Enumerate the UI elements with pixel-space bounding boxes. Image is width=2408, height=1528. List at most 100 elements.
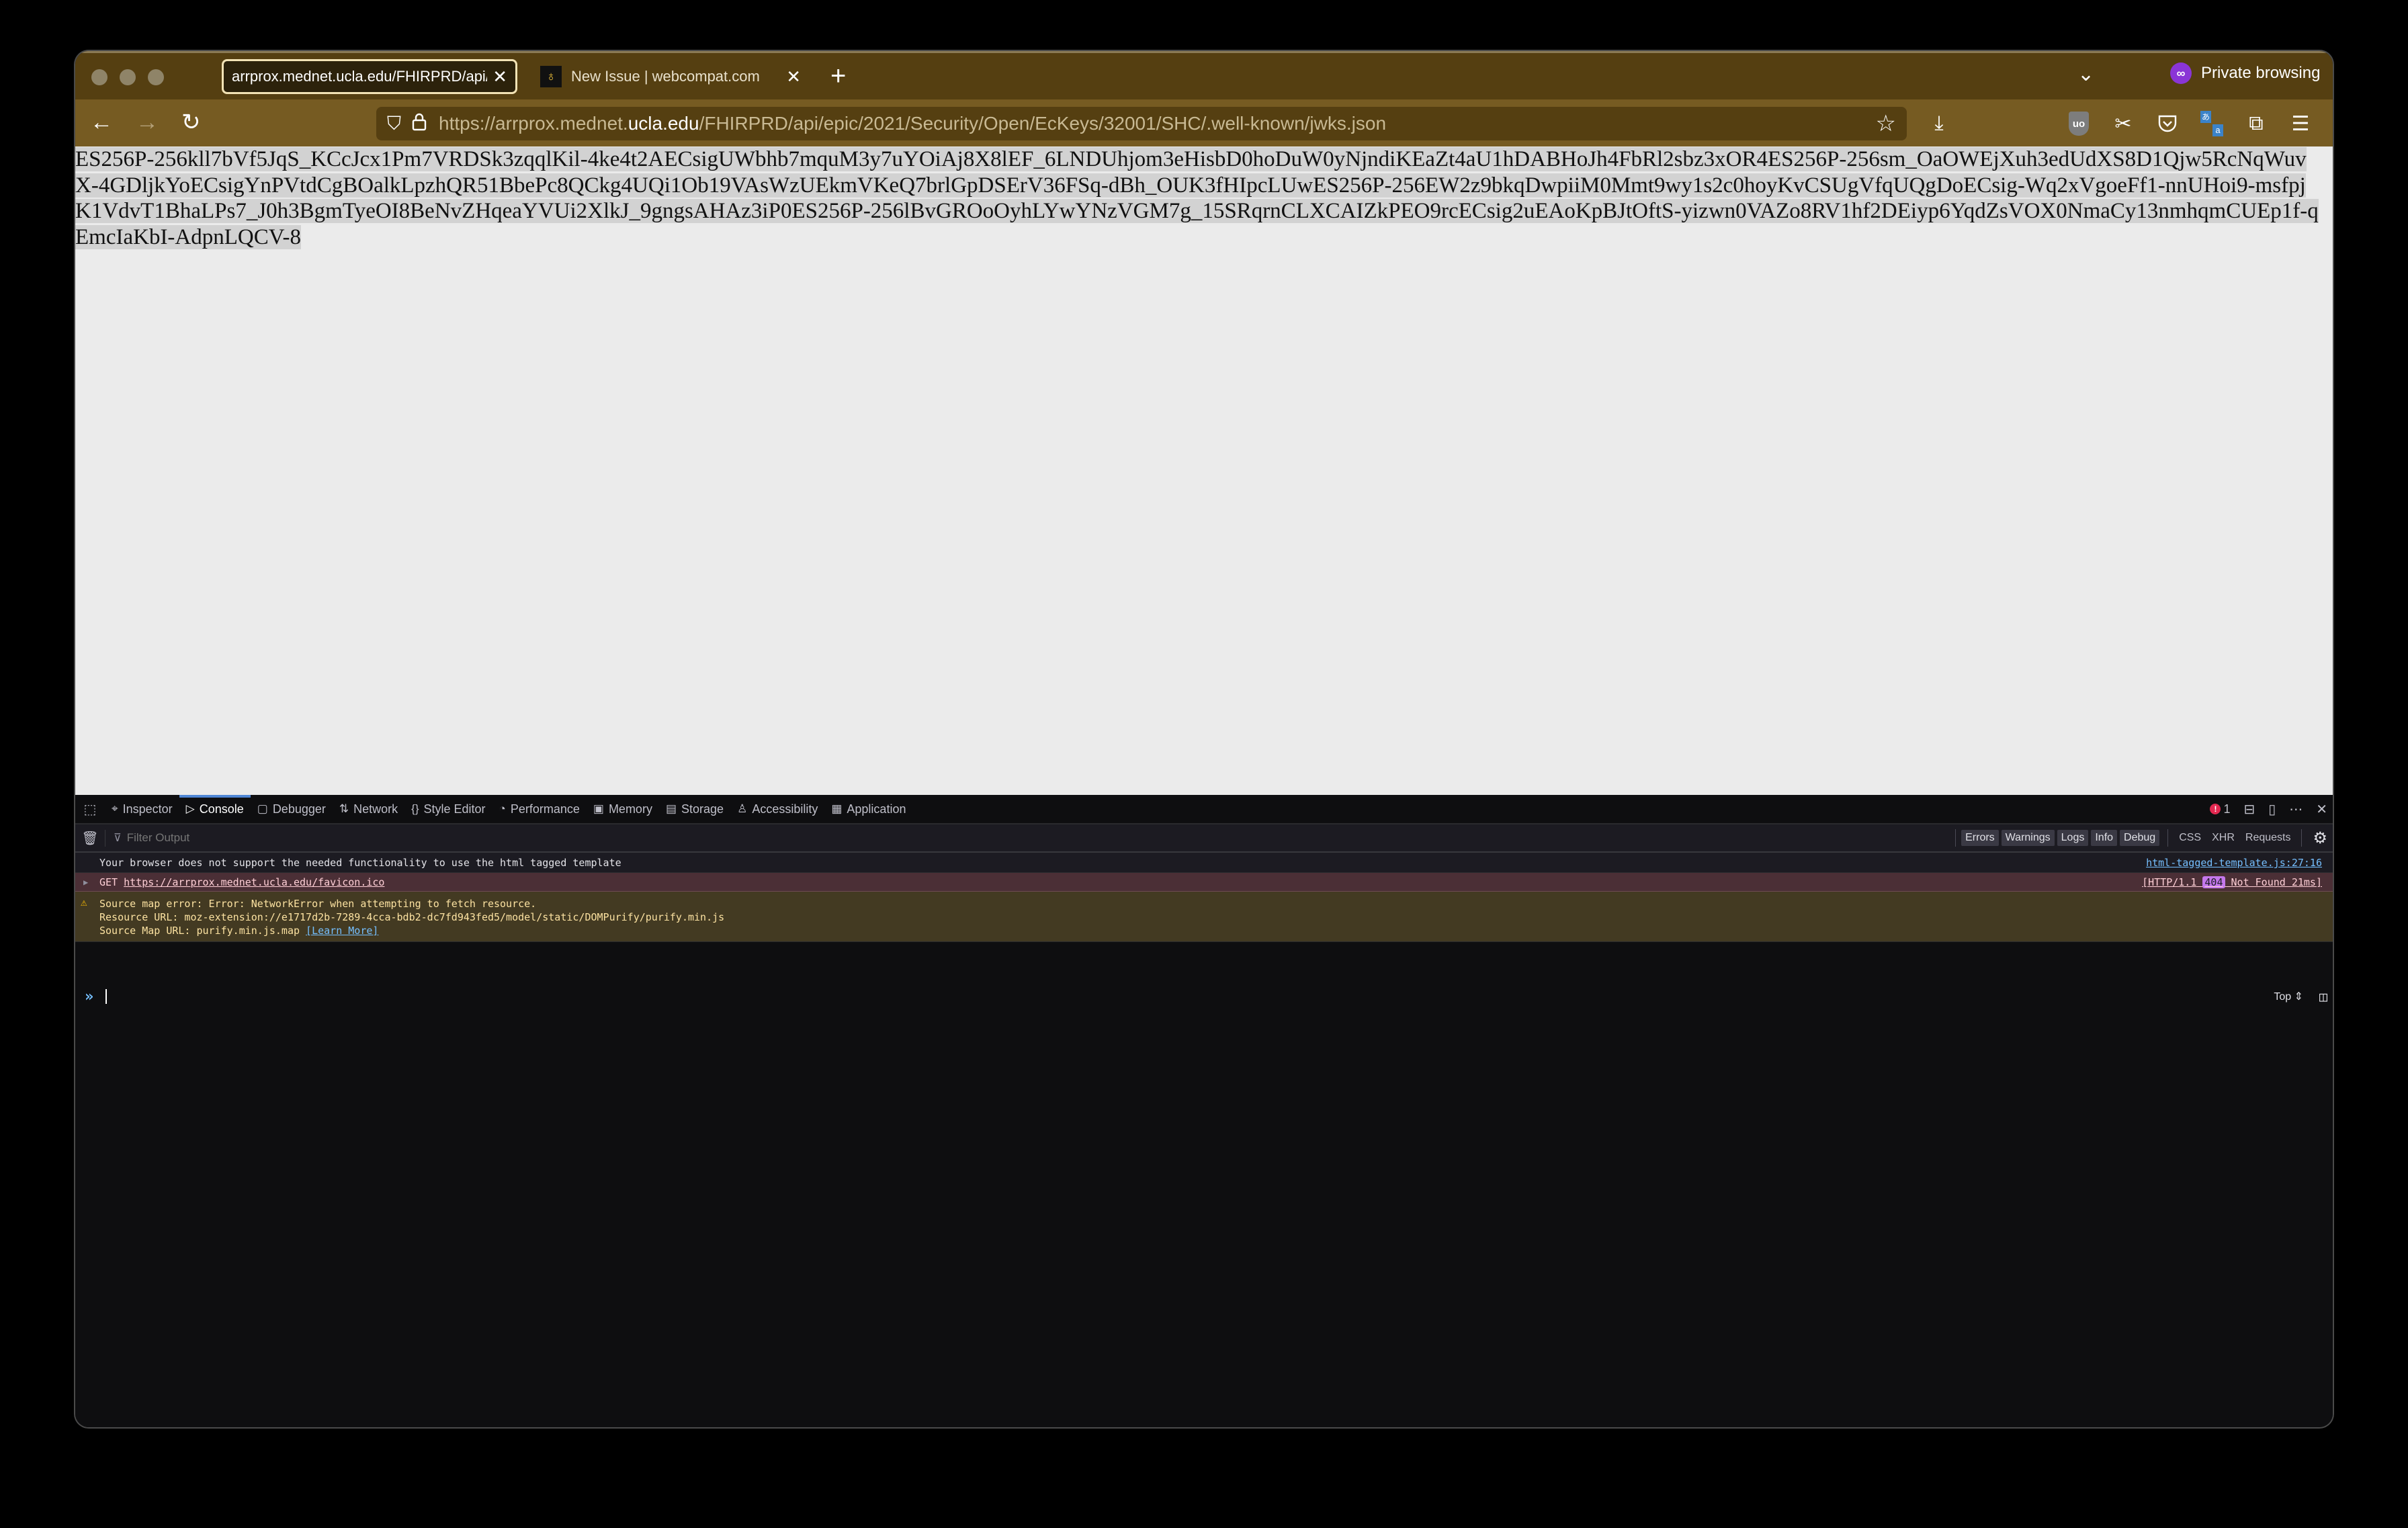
console-message-network-error[interactable]: ▶ GET https://arrprox.mednet.ucla.edu/fa… — [75, 873, 2333, 892]
forward-button[interactable]: → — [136, 109, 159, 136]
console-icon: ▷ — [185, 802, 195, 815]
reload-button[interactable]: ↻ — [181, 109, 201, 136]
inspector-icon: ⌖ — [112, 802, 118, 815]
translate-extension-button[interactable]: あa — [2197, 109, 2227, 138]
filter-xhr-toggle[interactable]: XHR — [2212, 832, 2235, 844]
warning-icon: ⚠ — [81, 896, 87, 908]
expand-triangle-icon[interactable]: ▶ — [83, 873, 88, 892]
status-prefix: [HTTP/1.1 — [2142, 876, 2197, 888]
tab-label: Debugger — [272, 802, 326, 816]
url-prefix: https://arrprox.mednet. — [439, 113, 628, 134]
extensions-button[interactable]: ⧉ — [2241, 109, 2271, 138]
navigation-toolbar: ← → ↻ ⛉ https://arrprox.mednet.ucla.edu/… — [75, 99, 2333, 146]
more-options-icon[interactable]: ⋯ — [2289, 801, 2303, 818]
error-count-button[interactable]: ! 1 — [2210, 802, 2230, 816]
context-selector[interactable]: Top ⇕ — [2274, 990, 2303, 1003]
element-picker-icon[interactable]: ⬚ — [75, 801, 105, 818]
devtools-tab-network[interactable]: ⇅ Network — [333, 795, 404, 823]
status-code-badge: 404 — [2202, 876, 2225, 888]
filter-css-toggle[interactable]: CSS — [2179, 832, 2201, 844]
filter-debug-button[interactable]: Debug — [2120, 830, 2160, 846]
warning-line-1: Source map error: Error: NetworkError wh… — [99, 898, 537, 910]
tab-jwks[interactable]: arrprox.mednet.ucla.edu/FHIRPRD/api/epic… — [222, 59, 517, 94]
prompt-chevron-icon: » — [85, 988, 94, 1005]
console-message-warning: ⚠ Source map error: Error: NetworkError … — [75, 892, 2333, 942]
devtools-tab-memory[interactable]: ▣ Memory — [587, 795, 659, 823]
learn-more-link[interactable]: [Learn More] — [306, 925, 378, 937]
devtools-tab-inspector[interactable]: ⌖ Inspector — [105, 795, 179, 823]
close-tab-icon[interactable]: ✕ — [786, 67, 801, 87]
request-url-link[interactable]: https://arrprox.mednet.ucla.edu/favicon.… — [124, 876, 384, 888]
console-messages: Your browser does not support the needed… — [75, 853, 2333, 942]
tab-strip: arrprox.mednet.ucla.edu/FHIRPRD/api/epic… — [75, 51, 2333, 99]
minimize-window-button[interactable] — [120, 69, 136, 85]
accessibility-icon: ♙ — [737, 802, 748, 815]
tab-label: Application — [847, 802, 906, 816]
tab-label: Storage — [681, 802, 724, 816]
tab-title: New Issue | webcompat.com — [571, 68, 760, 85]
url-bar[interactable]: ⛉ https://arrprox.mednet.ucla.edu/FHIRPR… — [376, 107, 1907, 140]
filter-output-input[interactable] — [125, 831, 531, 845]
url-host: ucla.edu — [628, 113, 699, 134]
back-button[interactable]: ← — [90, 109, 113, 136]
devtools-tab-style-editor[interactable]: {} Style Editor — [404, 795, 492, 823]
devtools-tab-application[interactable]: ▦ Application — [824, 795, 912, 823]
devtools-tab-console[interactable]: ▷ Console — [179, 795, 251, 823]
url-text[interactable]: https://arrprox.mednet.ucla.edu/FHIRPRD/… — [439, 113, 1386, 134]
tab-label: Accessibility — [752, 802, 818, 816]
message-text: Your browser does not support the needed… — [99, 857, 621, 869]
filter-warnings-button[interactable]: Warnings — [2001, 830, 2055, 846]
jwks-text: ES256P-256kll7bVf5JqS_KCcJcx1Pm7VRDSk3zq… — [75, 146, 2322, 250]
text-caret — [105, 989, 108, 1004]
bookmark-star-icon[interactable]: ☆ — [1876, 110, 1896, 137]
maximize-window-button[interactable] — [148, 69, 164, 85]
message-source-link[interactable]: html-tagged-template.js:27:16 — [2146, 853, 2322, 873]
status-suffix: Not Found 21ms] — [2231, 876, 2322, 888]
tab-label: Memory — [608, 802, 652, 816]
filter-logs-button[interactable]: Logs — [2057, 830, 2089, 846]
warning-line-3: Source Map URL: purify.min.js.map [Learn… — [99, 924, 2333, 937]
clear-console-icon[interactable]: 🗑 — [75, 829, 105, 847]
filter-errors-button[interactable]: Errors — [1961, 830, 1999, 846]
performance-icon: ◔ — [499, 802, 506, 815]
devtools-tab-performance[interactable]: ◔ Performance — [492, 795, 587, 823]
page-content: ES256P-256kll7bVf5JqS_KCcJcx1Pm7VRDSk3zq… — [75, 146, 2333, 795]
console-input[interactable]: » Top ⇕ ◫ — [75, 983, 2333, 1010]
editor-mode-toggle-icon[interactable]: ◫ — [2319, 988, 2327, 1005]
request-status[interactable]: [HTTP/1.1 404 Not Found 21ms] — [2142, 873, 2322, 892]
style-editor-icon: {} — [411, 802, 419, 815]
screenshot-button[interactable]: ✂ — [2108, 109, 2138, 138]
request-method: GET — [99, 876, 118, 888]
devtools-tab-debugger[interactable]: ▢ Debugger — [251, 795, 333, 823]
responsive-design-mode-icon[interactable]: ▯ — [2268, 801, 2276, 818]
new-tab-button[interactable]: + — [830, 61, 846, 91]
close-devtools-icon[interactable]: ✕ — [2316, 801, 2327, 818]
url-path: /FHIRPRD/api/epic/2021/Security/Open/EcK… — [699, 113, 1387, 134]
close-window-button[interactable] — [91, 69, 108, 85]
close-tab-icon[interactable]: ✕ — [492, 67, 507, 87]
application-icon: ▦ — [831, 802, 843, 815]
split-console-icon[interactable]: ⊟ — [2243, 801, 2255, 818]
app-menu-button[interactable]: ☰ — [2286, 109, 2315, 138]
pocket-button[interactable] — [2153, 109, 2182, 138]
filter-requests-toggle[interactable]: Requests — [2245, 832, 2291, 844]
list-all-tabs-button[interactable]: ⌄ — [2077, 62, 2094, 86]
memory-icon: ▣ — [593, 802, 604, 815]
jwks-text-highlighted: ES256P-256kll7bVf5JqS_KCcJcx1Pm7VRDSk3zq… — [75, 147, 2319, 249]
error-count: 1 — [2223, 802, 2231, 816]
filter-buttons: Errors Warnings Logs Info Debug CSS XHR … — [1950, 824, 2333, 851]
console-settings-gear-icon[interactable]: ⚙ — [2313, 829, 2327, 848]
filter-info-button[interactable]: Info — [2091, 830, 2118, 846]
storage-icon: ▤ — [665, 802, 677, 815]
private-mask-icon: ∞ — [2170, 62, 2192, 84]
devtools-tab-accessibility[interactable]: ♙ Accessibility — [730, 795, 824, 823]
lock-icon[interactable] — [412, 112, 427, 136]
tab-webcompat[interactable]: ♁ New Issue | webcompat.com ✕ — [532, 59, 814, 94]
tracking-protection-icon[interactable]: ⛉ — [387, 113, 401, 135]
ublock-origin-button[interactable]: uo — [2064, 109, 2094, 138]
browser-window: arrprox.mednet.ucla.edu/FHIRPRD/api/epic… — [75, 51, 2333, 1427]
devtools-toolbar-right: ! 1 ⊟ ▯ ⋯ ✕ — [2210, 795, 2327, 823]
devtools-tab-storage[interactable]: ▤ Storage — [659, 795, 730, 823]
downloads-button[interactable]: ⤓ — [1924, 109, 1954, 138]
network-icon: ⇅ — [339, 802, 349, 815]
